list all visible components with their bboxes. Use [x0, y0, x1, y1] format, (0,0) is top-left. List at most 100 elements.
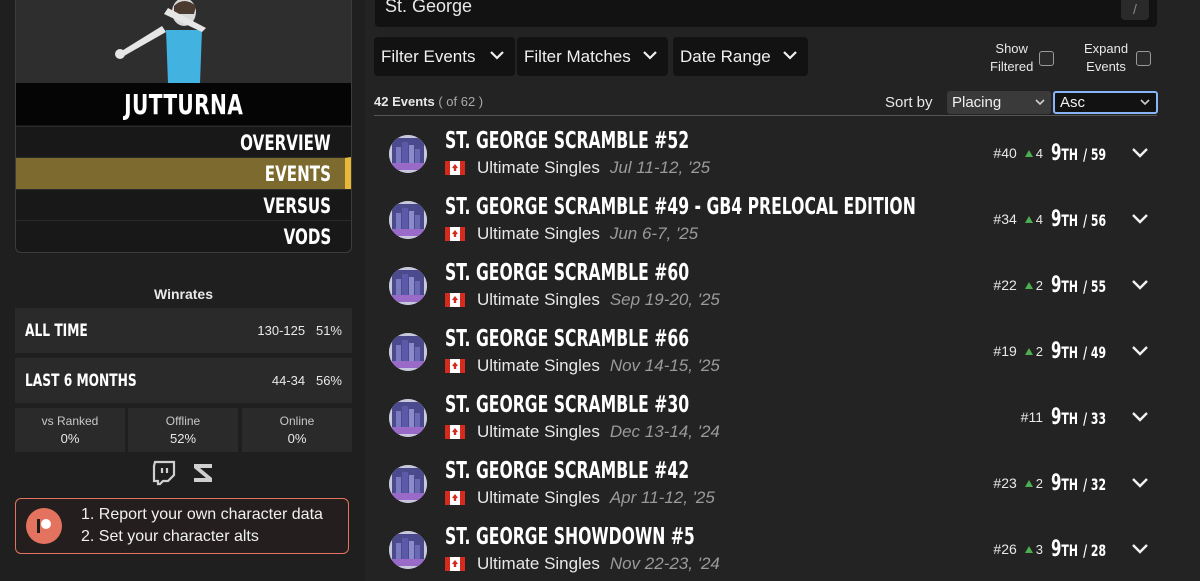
nav-events[interactable]: EVENTS — [16, 157, 351, 189]
canada-flag-icon — [445, 293, 465, 307]
placement-value: 9 — [1051, 140, 1062, 166]
event-game: Ultimate Singles — [477, 488, 600, 507]
winrate-offline: Offline 52% — [128, 408, 238, 452]
nav-vods[interactable]: VODS — [16, 220, 351, 252]
seed-delta: 2 — [1024, 343, 1043, 359]
placement-suffix: TH — [1061, 210, 1078, 230]
event-logo-icon — [389, 531, 427, 569]
sort-by-label: Sort by — [885, 94, 933, 111]
winrate-last6-record: 44-34 — [271, 373, 306, 388]
patreon-line: 2. Set your character alts — [81, 528, 259, 545]
search-input[interactable]: St. George / — [375, 0, 1157, 27]
event-title[interactable]: ST. GEORGE SCRAMBLE #42 — [445, 458, 689, 484]
seed-delta-value: 2 — [1035, 343, 1043, 359]
event-seed: #34 — [993, 211, 1017, 227]
placement-value: 9 — [1051, 404, 1062, 430]
seed-delta-value: 4 — [1035, 145, 1043, 161]
seed-delta: 2 — [1024, 277, 1043, 293]
chevron-down-icon[interactable] — [1131, 345, 1149, 357]
event-date: Nov 22-23, '24 — [609, 554, 720, 573]
winrate-last6-label: LAST 6 MONTHS — [25, 370, 137, 391]
expand-events-checkbox[interactable] — [1136, 50, 1152, 66]
placement-suffix: TH — [1061, 144, 1078, 164]
canada-flag-icon — [445, 161, 465, 175]
placement-value: 9 — [1051, 470, 1062, 496]
date-range-button[interactable]: Date Range — [673, 37, 808, 76]
patreon-banner[interactable]: 1. Report your own character data 2. Set… — [15, 498, 349, 554]
winrate-last6-pct: 56% — [315, 373, 342, 388]
canada-flag-icon — [445, 557, 465, 571]
placement-entrants: / 59 — [1083, 144, 1107, 164]
event-game: Ultimate Singles — [477, 554, 600, 573]
placement-entrants: / 56 — [1083, 210, 1107, 230]
winrate-last-6-months: LAST 6 MONTHS 44-34 56% — [15, 358, 352, 403]
show-filtered-checkbox[interactable] — [1039, 50, 1055, 66]
startgg-icon[interactable] — [190, 460, 216, 486]
event-title[interactable]: ST. GEORGE SCRAMBLE #52 — [445, 128, 689, 154]
nav-events-label: EVENTS — [264, 161, 331, 186]
twitch-icon[interactable] — [152, 460, 176, 486]
event-date: Sep 19-20, '25 — [609, 290, 720, 309]
event-row[interactable]: ST. GEORGE SCRAMBLE #66 Ultimate Singles… — [374, 318, 1157, 384]
character-portrait — [16, 0, 351, 83]
show-filtered-label: Filtered — [990, 59, 1034, 74]
seed-delta-value: 4 — [1035, 211, 1043, 227]
arrow-up-icon — [1024, 545, 1033, 553]
event-row[interactable]: ST. GEORGE SCRAMBLE #60 Ultimate Singles… — [374, 252, 1157, 318]
date-range-label: Date Range — [680, 46, 771, 66]
filter-events-button[interactable]: Filter Events — [374, 37, 515, 76]
expand-events-label: Events — [1086, 59, 1126, 74]
winrate-box-label: Offline — [165, 414, 201, 428]
event-title[interactable]: ST. GEORGE SHOWDOWN #5 — [445, 524, 695, 550]
event-game: Ultimate Singles — [477, 158, 600, 177]
event-seed: #22 — [993, 277, 1017, 293]
seed-delta: 2 — [1024, 476, 1043, 491]
character-name: JUTTURNA — [123, 87, 244, 121]
event-row[interactable]: ST. GEORGE SCRAMBLE #52 Ultimate Singles… — [374, 120, 1157, 186]
sort-field-value: Placing — [952, 94, 1002, 111]
main-panel: St. George / Filter Events Filter Matche… — [365, 0, 1200, 581]
chevron-down-icon — [1140, 99, 1150, 106]
event-placement: 9TH / 33 — [1051, 405, 1106, 430]
placement-entrants: / 32 — [1083, 474, 1107, 494]
event-seed: #11 — [1020, 409, 1043, 425]
sort-order-select[interactable]: Asc — [1053, 91, 1158, 114]
chevron-down-icon[interactable] — [1131, 477, 1149, 489]
chevron-down-icon[interactable] — [1131, 147, 1149, 159]
event-row[interactable]: ST. GEORGE SHOWDOWN #5 Ultimate Singles … — [374, 516, 1157, 581]
chevron-down-icon[interactable] — [1131, 411, 1149, 423]
seed-delta-value: 2 — [1035, 277, 1043, 293]
event-game: Ultimate Singles — [477, 224, 600, 243]
nav-overview[interactable]: OVERVIEW — [16, 126, 351, 158]
chevron-down-icon[interactable] — [1131, 213, 1149, 225]
placement-value: 9 — [1051, 536, 1062, 562]
nav-vods-label: VODS — [283, 224, 331, 249]
event-row[interactable]: ST. GEORGE SCRAMBLE #42 Ultimate Singles… — [374, 450, 1157, 516]
patreon-text: 1. Report your own character data 2. Set… — [81, 504, 323, 548]
event-row[interactable]: ST. GEORGE SCRAMBLE #30 Ultimate Singles… — [374, 384, 1157, 450]
winrate-all-time-pct: 51% — [315, 323, 342, 338]
event-placement: 9TH / 49 — [1051, 339, 1106, 364]
chevron-down-icon[interactable] — [1131, 279, 1149, 291]
expand-events-toggle[interactable]: Expand Events — [1084, 40, 1152, 76]
show-filtered-label: Show — [995, 41, 1028, 56]
character-card: JUTTURNA OVERVIEW EVENTS VERSUS VODS — [15, 0, 352, 253]
event-title[interactable]: ST. GEORGE SCRAMBLE #60 — [445, 260, 689, 286]
event-title[interactable]: ST. GEORGE SCRAMBLE #49 - GB4 PRELOCAL E… — [445, 194, 916, 220]
show-filtered-toggle[interactable]: Show Filtered — [990, 40, 1055, 76]
event-row[interactable]: ST. GEORGE SCRAMBLE #49 - GB4 PRELOCAL E… — [374, 186, 1157, 252]
placement-entrants: / 33 — [1083, 408, 1107, 428]
arrow-up-icon — [1024, 347, 1033, 355]
chevron-down-icon[interactable] — [1131, 543, 1149, 555]
event-logo-icon — [389, 399, 427, 437]
event-logo-icon — [389, 333, 427, 371]
event-date: Jun 6-7, '25 — [609, 224, 699, 243]
sort-field-select[interactable]: Placing — [947, 91, 1051, 114]
filter-matches-button[interactable]: Filter Matches — [517, 37, 668, 76]
placement-entrants: / 55 — [1083, 276, 1107, 296]
event-title[interactable]: ST. GEORGE SCRAMBLE #66 — [445, 326, 689, 352]
event-date: Dec 13-14, '24 — [609, 422, 720, 441]
seed-delta: 4 — [1024, 145, 1043, 161]
nav-versus[interactable]: VERSUS — [16, 189, 351, 221]
event-title[interactable]: ST. GEORGE SCRAMBLE #30 — [445, 392, 689, 418]
